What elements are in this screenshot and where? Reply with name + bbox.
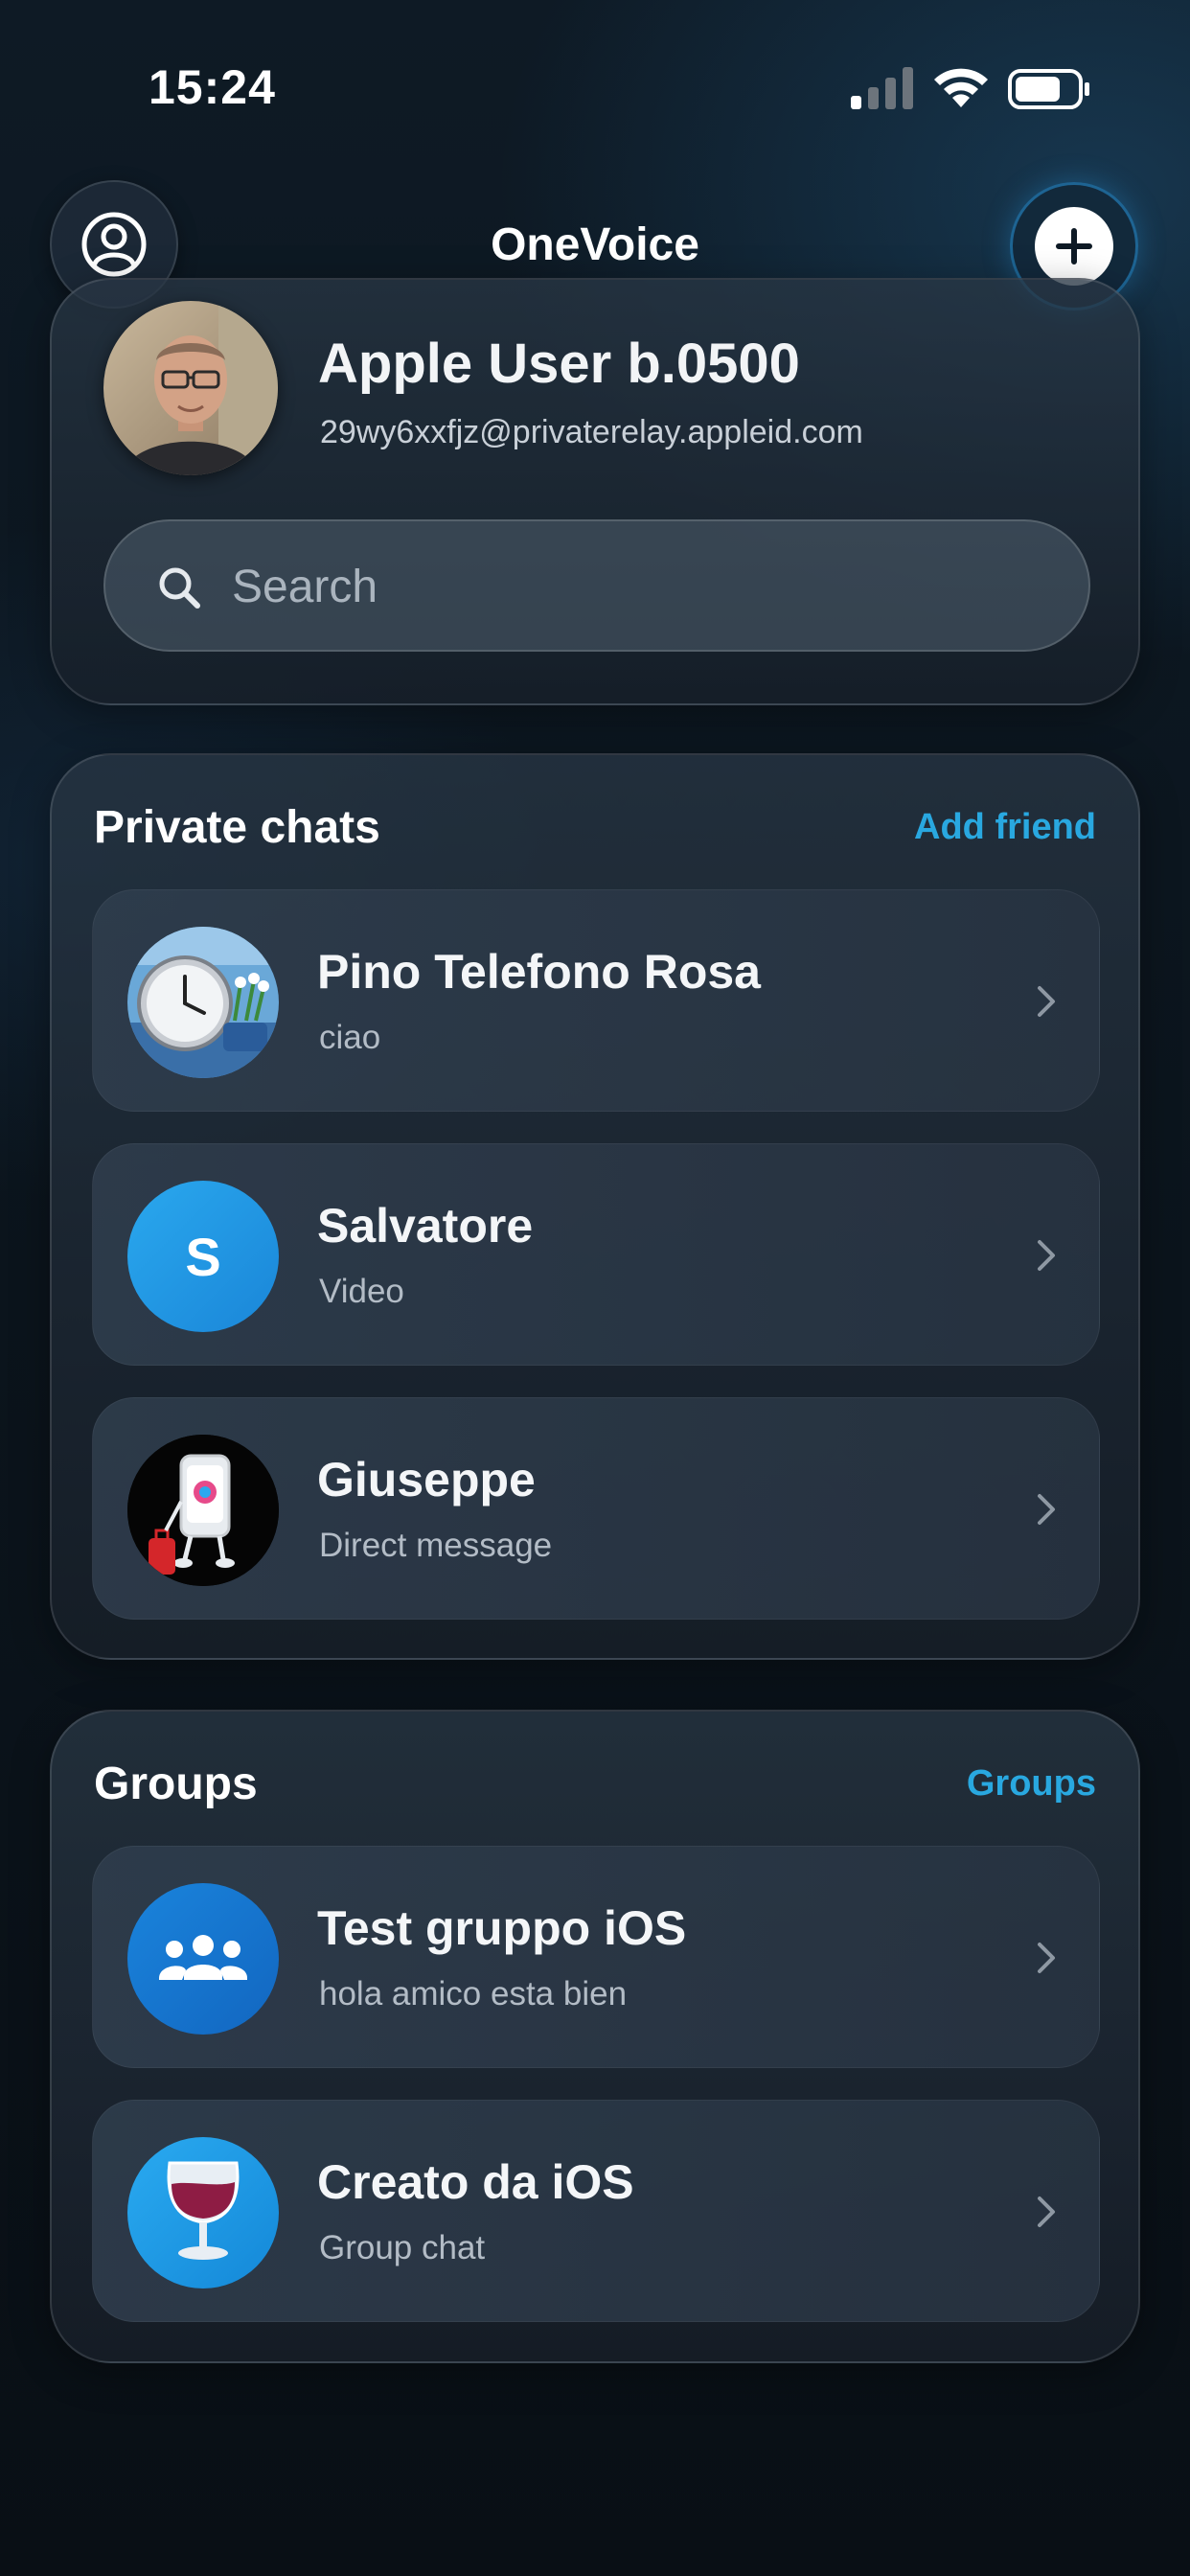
chat-row-giuseppe[interactable]: Giuseppe Direct message	[92, 1397, 1100, 1620]
group-row-test[interactable]: Test gruppo iOS hola amico esta bien	[92, 1846, 1100, 2068]
user-name: Apple User b.0500	[318, 333, 800, 395]
group-last-message: hola amico esta bien	[319, 1975, 628, 2012]
phone-mascot-image	[127, 1435, 279, 1586]
groups-section: Groups Groups Test gruppo iOS hola amico…	[50, 1710, 1140, 2363]
add-button-circle	[1035, 207, 1113, 286]
chevron-right-icon	[1038, 2196, 1055, 2227]
group-avatar-test	[127, 1883, 279, 2035]
group-row-creato[interactable]: Creato da iOS Group chat	[92, 2100, 1100, 2322]
user-avatar[interactable]	[103, 301, 278, 475]
group-last-message: Group chat	[319, 2229, 486, 2266]
chat-row-salvatore[interactable]: S Salvatore Video	[92, 1143, 1100, 1366]
chat-name: Giuseppe	[317, 1453, 536, 1506]
private-chats-section: Private chats Add friend Pino Telefono R…	[50, 753, 1140, 1660]
wine-glass-icon	[167, 2161, 240, 2260]
chat-last-message: Video	[319, 1273, 404, 1310]
private-chats-title: Private chats	[94, 802, 380, 853]
cellular-signal-icon	[851, 67, 913, 109]
chevron-right-icon	[1038, 986, 1055, 1017]
chat-row-pino[interactable]: Pino Telefono Rosa ciao	[92, 889, 1100, 1112]
chevron-right-icon	[1038, 1943, 1055, 1973]
group-name: Test gruppo iOS	[317, 1901, 687, 1955]
chat-name: Salvatore	[317, 1199, 534, 1253]
user-photo	[103, 301, 278, 475]
search-bar[interactable]	[103, 519, 1090, 652]
people-group-icon	[159, 1935, 247, 1980]
screen: 15:24 OneVoice Apple User b.0500 29wy6xx…	[0, 0, 1190, 2576]
battery-icon	[1008, 69, 1089, 109]
wifi-icon	[934, 68, 988, 107]
profile-card: Apple User b.0500 29wy6xxfjz@privaterela…	[50, 278, 1140, 705]
groups-link[interactable]: Groups	[967, 1763, 1096, 1805]
user-email: 29wy6xxfjz@privaterelay.appleid.com	[320, 414, 863, 450]
chevron-right-icon	[1038, 1240, 1055, 1271]
chat-last-message: ciao	[319, 1019, 381, 1056]
avatar-initial: S	[185, 1226, 221, 1287]
chat-avatar-salvatore: S	[127, 1181, 279, 1332]
plus-icon	[1056, 228, 1092, 264]
add-friend-link[interactable]: Add friend	[914, 807, 1096, 848]
group-avatar-creato	[127, 2137, 279, 2288]
chevron-right-icon	[1038, 1494, 1055, 1525]
status-time: 15:24	[149, 60, 276, 114]
chat-avatar-giuseppe	[127, 1435, 279, 1586]
group-name: Creato da iOS	[317, 2155, 634, 2209]
search-input[interactable]	[232, 550, 1056, 623]
chat-avatar-pino	[127, 927, 279, 1078]
chat-last-message: Direct message	[319, 1527, 553, 1564]
clock-flowers-image	[127, 927, 279, 1078]
groups-title: Groups	[94, 1759, 258, 1809]
search-icon	[159, 567, 200, 609]
status-bar: 15:24	[0, 0, 1190, 153]
chat-name: Pino Telefono Rosa	[317, 945, 761, 999]
